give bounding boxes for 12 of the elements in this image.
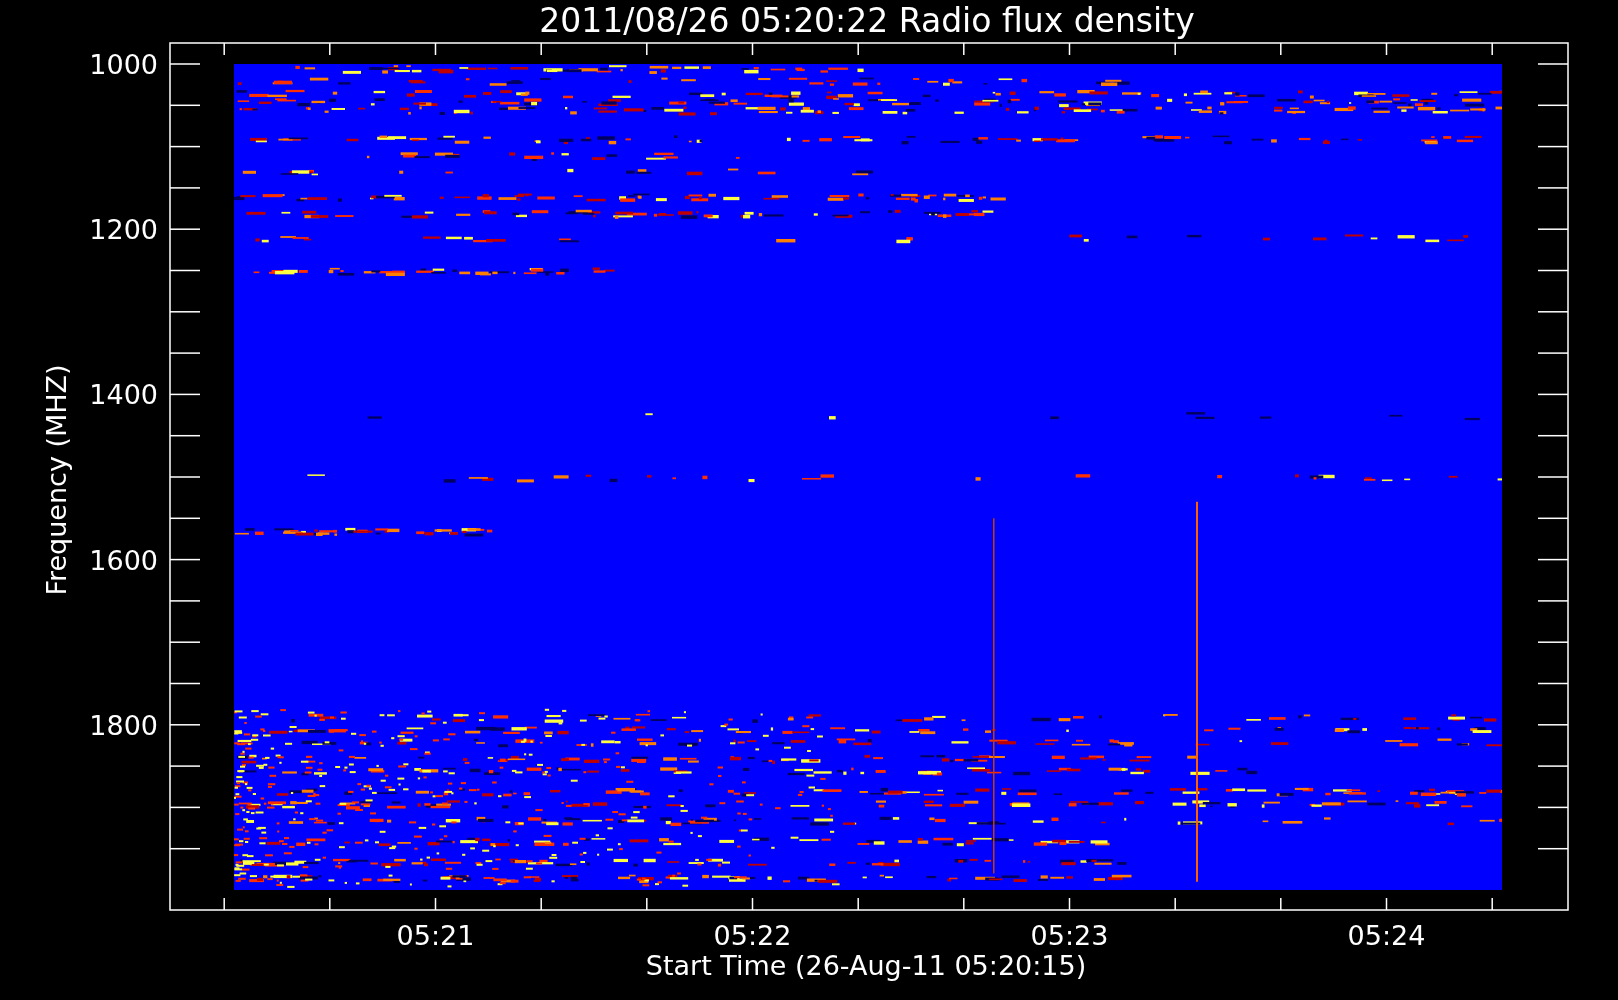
x-tick-label: 05:21 — [396, 920, 475, 951]
x-tick-label: 05:24 — [1347, 920, 1426, 951]
x-tick-label: 05:22 — [713, 920, 792, 951]
x-tick-label: 05:23 — [1030, 920, 1109, 951]
y-tick-label: 1200 — [89, 214, 158, 246]
chart-title: 2011/08/26 05:20:22 Radio flux density — [539, 1, 1195, 40]
y-tick-label: 1600 — [89, 544, 158, 576]
x-axis-label: Start Time (26-Aug-11 05:20:15) — [645, 950, 1087, 981]
y-axis-label: Frequency (MHZ) — [41, 364, 72, 596]
y-tick-label: 1400 — [89, 379, 158, 411]
y-tick-label: 1800 — [89, 709, 158, 741]
y-tick-label: 1000 — [89, 49, 158, 80]
